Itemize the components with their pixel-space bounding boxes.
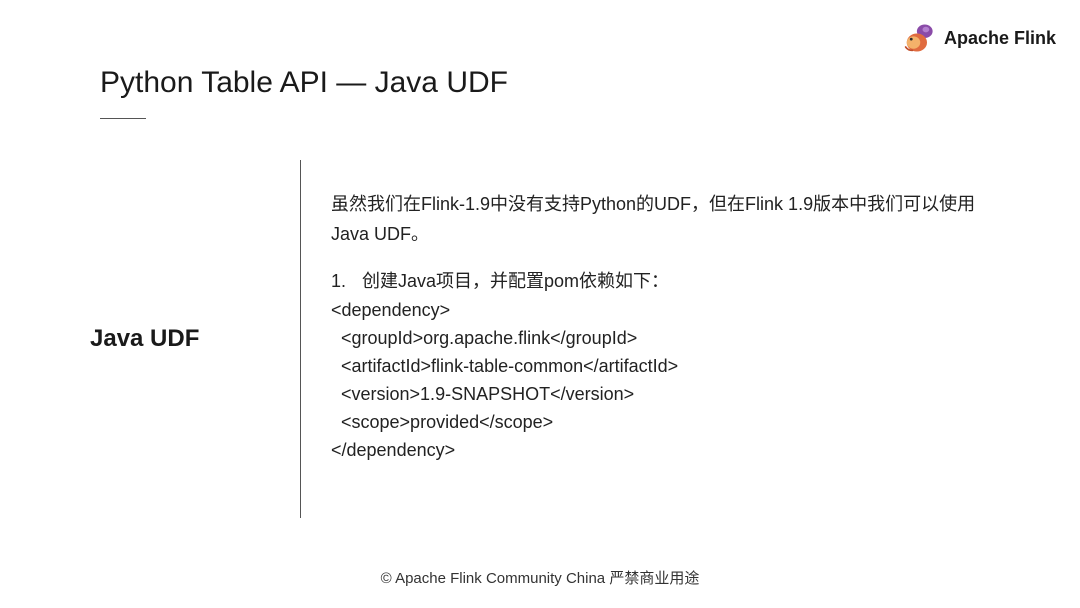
step-text: 创建Java项目，并配置pom依赖如下： [362,271,669,291]
slide-title: Python Table API — Java UDF [100,66,508,100]
step-line: 1. 创建Java项目，并配置pom依赖如下： [331,267,980,297]
step-number: 1. [331,267,357,297]
content-area: Java UDF 虽然我们在Flink-1.9中没有支持Python的UDF，但… [80,160,1000,518]
brand-name: Apache Flink [944,28,1056,49]
brand-header: Apache Flink [900,20,1056,56]
flink-squirrel-logo-icon [900,20,936,56]
left-column: Java UDF [80,160,300,518]
pom-dependency-code: <dependency> <groupId>org.apache.flink</… [331,297,980,464]
title-underline [100,118,146,119]
footer-text: © Apache Flink Community China 严禁商业用途 [0,567,1080,588]
right-column: 虽然我们在Flink-1.9中没有支持Python的UDF，但在Flink 1.… [301,160,1000,518]
sidebar-label: Java UDF [90,325,199,353]
intro-paragraph: 虽然我们在Flink-1.9中没有支持Python的UDF，但在Flink 1.… [331,190,980,249]
